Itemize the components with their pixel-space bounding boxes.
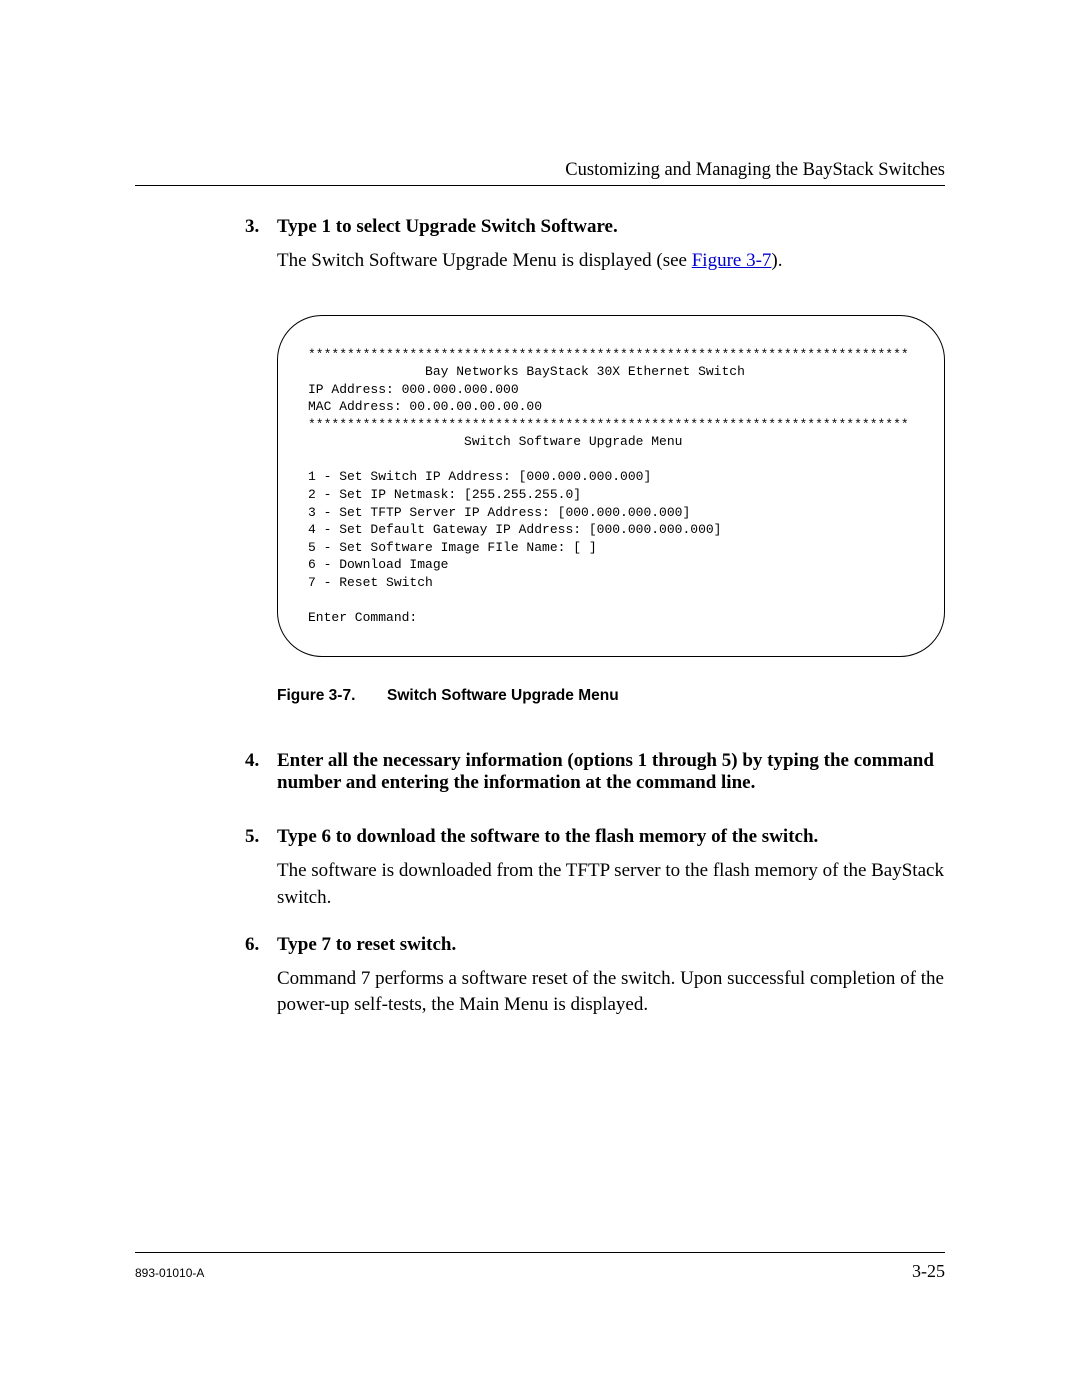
step-number: 6. [245, 934, 277, 956]
figure-caption: Figure 3-7. Switch Software Upgrade Menu [277, 687, 945, 705]
terminal-item: 2 - Set IP Netmask: [255.255.255.0] [308, 487, 581, 502]
step-number: 4. [245, 750, 277, 772]
step-text: The software is downloaded from the TFTP… [277, 858, 945, 911]
step-number: 3. [245, 216, 277, 238]
step-number: 5. [245, 826, 277, 848]
terminal-screenshot: ****************************************… [277, 315, 945, 658]
terminal-ip: IP Address: 000.000.000.000 [308, 382, 519, 397]
terminal-item: 7 - Reset Switch [308, 575, 433, 590]
figure-link[interactable]: Figure 3-7 [692, 250, 772, 271]
step-text: The Switch Software Upgrade Menu is disp… [277, 248, 945, 275]
step-6: 6. Type 7 to reset switch. Command 7 per… [245, 934, 945, 1019]
figure-label: Figure 3-7. [277, 687, 387, 705]
step-5: 5. Type 6 to download the software to th… [245, 826, 945, 911]
page-footer: 893-01010-A 3-25 [135, 1252, 945, 1282]
terminal-device: Bay Networks BayStack 30X Ethernet Switc… [308, 364, 745, 379]
terminal-stars: ****************************************… [308, 417, 909, 432]
terminal-item: 6 - Download Image [308, 557, 448, 572]
chapter-title: Customizing and Managing the BayStack Sw… [135, 160, 945, 181]
text-suffix: ). [771, 250, 782, 271]
terminal-mac: MAC Address: 00.00.00.00.00.00 [308, 399, 542, 414]
terminal-stars: ****************************************… [308, 347, 909, 362]
terminal-item: 5 - Set Software Image FIle Name: [ ] [308, 540, 597, 555]
step-4: 4. Enter all the necessary information (… [245, 750, 945, 804]
terminal-prompt: Enter Command: [308, 610, 417, 625]
text-prefix: The Switch Software Upgrade Menu is disp… [277, 250, 692, 271]
step-text: Command 7 performs a software reset of t… [277, 966, 945, 1019]
terminal-menu-title: Switch Software Upgrade Menu [308, 434, 682, 449]
step-title: Type 7 to reset switch. [277, 934, 945, 956]
step-title: Type 1 to select Upgrade Switch Software… [277, 216, 945, 238]
footer-doc-id: 893-01010-A [135, 1266, 204, 1280]
footer-page-number: 3-25 [912, 1261, 945, 1282]
step-3: 3. Type 1 to select Upgrade Switch Softw… [245, 216, 945, 275]
figure-caption-text: Switch Software Upgrade Menu [387, 687, 619, 705]
step-title: Enter all the necessary information (opt… [277, 750, 945, 794]
terminal-item: 4 - Set Default Gateway IP Address: [000… [308, 522, 721, 537]
content-body: 3. Type 1 to select Upgrade Switch Softw… [245, 216, 945, 1019]
terminal-item: 1 - Set Switch IP Address: [000.000.000.… [308, 469, 651, 484]
terminal-item: 3 - Set TFTP Server IP Address: [000.000… [308, 505, 690, 520]
step-title: Type 6 to download the software to the f… [277, 826, 945, 848]
